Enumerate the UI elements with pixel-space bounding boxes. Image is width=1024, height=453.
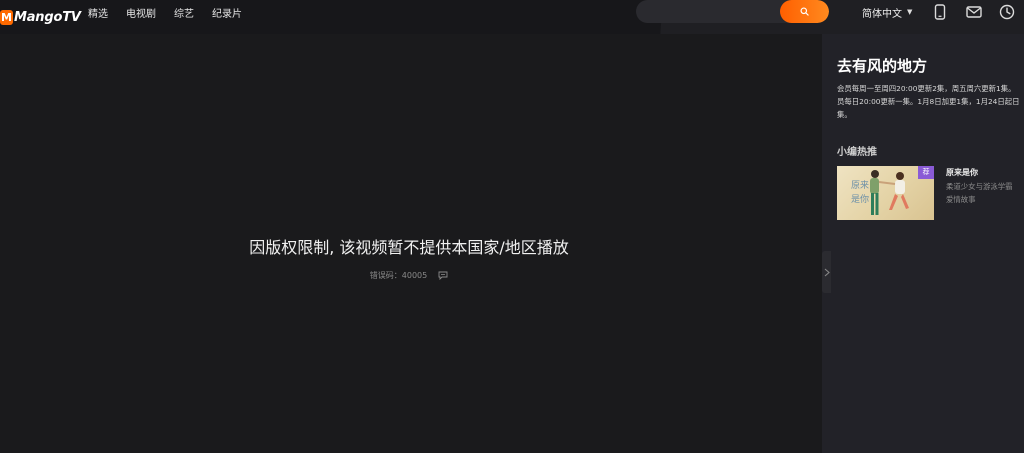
logo-mark: M (0, 9, 13, 25)
logo-text: MangoTV (14, 9, 81, 25)
nav-item-tv-series[interactable]: 电视剧 (126, 5, 156, 20)
language-label: 简体中文 (862, 8, 902, 20)
recommend-badge: 荐 (918, 166, 934, 179)
recommend-heading: 小编热推 (837, 147, 877, 158)
search-button[interactable] (780, 0, 829, 23)
recommend-description-line: 爱情故事 (946, 195, 976, 204)
nav-item-documentary[interactable]: 纪录片 (212, 5, 242, 20)
region-block-message: 因版权限制, 该视频暂不提供本国家/地区播放 (249, 238, 569, 257)
recommend-title[interactable]: 原来是你 (946, 167, 978, 178)
video-player[interactable]: 因版权限制, 该视频暂不提供本国家/地区播放 错误码：40005 (0, 34, 822, 453)
show-description-line: 员每日20:00更新一集。1月8日加更1集，1月24日起日 (837, 97, 1020, 106)
recommend-card[interactable]: 原来 是你 荐 原来是你 柔道少女与游泳学霸 爱情故事 (837, 166, 1024, 222)
show-description-line: 集。 (837, 110, 852, 119)
search-input[interactable] (646, 4, 776, 19)
side-panel: 去有风的地方 会员每周一至周四20:00更新2集，周五周六更新1集。 员每日20… (822, 34, 1024, 453)
feedback-icon[interactable] (438, 271, 448, 280)
panel-collapse-handle[interactable] (822, 251, 831, 293)
poster-caption-part: 原来 (851, 180, 869, 191)
mangotv-logo[interactable]: M MangoTV (0, 6, 81, 28)
search-icon (800, 7, 809, 16)
clock-icon[interactable] (998, 3, 1016, 21)
chevron-right-icon (824, 268, 830, 276)
nav-item-variety[interactable]: 综艺 (174, 5, 194, 20)
poster-caption-part: 是你 (851, 193, 869, 205)
error-code: 错误码：40005 (369, 271, 428, 280)
search-box (636, 0, 829, 23)
mail-icon[interactable] (965, 3, 983, 21)
top-bar: M MangoTV 精选 电视剧 综艺 纪录片 简体中文 ▼ (0, 0, 1024, 34)
mobile-icon[interactable] (931, 3, 949, 21)
error-info: 错误码：40005 (0, 270, 818, 281)
main-nav: 精选 电视剧 综艺 纪录片 (88, 0, 260, 24)
show-description-line: 会员每周一至周四20:00更新2集，周五周六更新1集。 (837, 84, 1016, 93)
chevron-down-icon: ▼ (907, 8, 913, 16)
recommend-thumbnail[interactable]: 原来 是你 荐 (837, 166, 934, 220)
recommend-description: 柔道少女与游泳学霸 爱情故事 (946, 180, 1024, 206)
recommend-description-line: 柔道少女与游泳学霸 (946, 182, 1013, 191)
show-description: 会员每周一至周四20:00更新2集，周五周六更新1集。 员每日20:00更新一集… (837, 82, 1024, 121)
nav-item-featured[interactable]: 精选 (88, 5, 108, 20)
language-selector[interactable]: 简体中文 ▼ (862, 5, 913, 20)
show-title: 去有风的地方 (837, 57, 928, 75)
